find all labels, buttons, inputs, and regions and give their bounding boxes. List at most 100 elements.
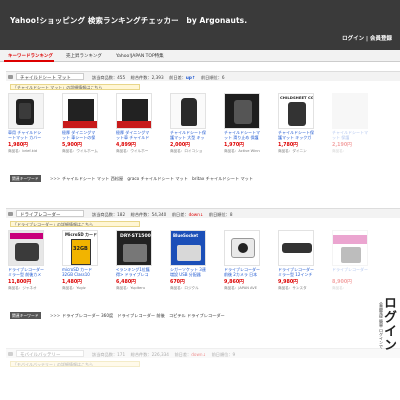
product-price: 2,000円 [170,143,190,148]
product-shop[interactable]: 商品名：ウイルホーム [62,149,98,154]
products-label: 該当商品数： [92,74,118,80]
product-card[interactable]: BlueSocket シガーソケット 3連 増設 USB 分配器 670円 商品… [170,230,206,291]
product-price: 4,899円 [116,143,136,148]
product-name[interactable]: チャイルドシートマット 滑り止め 保護シート [224,130,260,140]
total-count: 2,393 [151,74,164,80]
product-image[interactable] [116,93,152,129]
product-shop[interactable]: 商品名： [332,286,368,291]
products-label: 該当商品数： [92,351,118,357]
section-header: ドライブレコーダー 該当商品数：182 総合件数：54,340 前日差：down… [6,208,400,218]
product-shop[interactable]: 商品名：JAPAN AVE [224,286,260,291]
product-card[interactable]: ドライブレコーダー 8,900円 商品名： [332,230,368,291]
prev-diff-label: 前日差： [169,74,186,80]
section-keyword[interactable]: チャイルドシート マット [20,75,71,81]
product-image[interactable] [62,93,98,129]
side-login-subtext: 会員登録 簡単 ログインで [379,302,384,349]
product-card[interactable]: 極厚 ダイニングマット 車シートの保護マット 5,900円 商品名：ウイルホーム [62,93,98,154]
prev-diff-status: up↑ [185,74,196,80]
related-keyword-list[interactable]: ドライブレコーダー 360度 ドライブレコーダー 前後 コピテル ドライブレコー… [62,313,225,319]
category-icon [8,75,13,79]
product-name[interactable]: 車用 チャイルドシートマット カバー ジュニアシート [8,130,44,140]
product-name[interactable]: チャイルドシート保護マット 大型 キックガード [170,130,206,140]
site-header: Yahoo!ショッピング 検索ランキングチェッカー by Argonauts. … [0,0,400,50]
product-image[interactable]: MicroSD カード 32GB [62,230,98,266]
product-price: 9,980円 [278,280,298,285]
section-detail-link[interactable]: 「モバイルバッテリー」の詳細情報はこちら [10,361,140,367]
product-name[interactable]: チャイルドシートマット 保護 [332,130,368,140]
product-shop[interactable]: 商品名：ロイコショ [170,149,206,154]
product-price: 6,480円 [116,280,136,285]
product-image[interactable] [170,93,206,129]
product-shop[interactable]: 商品名：ウイルホー [116,149,152,154]
side-login-banner[interactable]: ログイン 会員登録 簡単 ログインで [376,296,398,400]
product-card[interactable]: CHILDSHEET COVER チャイルドシート保護マット キックガード付 1… [278,93,314,154]
product-shop[interactable]: 商品名： [332,149,368,154]
section-stats: 該当商品数：455 総合件数：2,393 前日差：up↑ 前日順位：6 [92,75,225,81]
product-price: 5,900円 [62,143,82,148]
related-arrows: >>> [50,175,61,181]
product-list: ドライブレコーダー ミラー型 前後カメラ 11,800円 商品名：ジャネオ Mi… [8,230,400,302]
product-image[interactable] [8,230,44,266]
product-name[interactable]: 極厚 ダイニングマット車 チャイルドシート 保護 [116,130,152,140]
product-name[interactable]: microSD カード 32GB Class10 UHS-I [62,267,98,277]
prev-diff-status: down↓ [188,211,204,217]
product-name[interactable]: ドライブレコーダー 前後 2カメラ 日本製 [224,267,260,277]
section-detail-link[interactable]: 「ドライブレコーダー」の詳細情報はこちら [10,221,140,227]
product-name[interactable]: ドライブレコーダー ミラー型 12インチ [278,267,314,277]
products-count: 171 [117,351,126,357]
prev-rank-label: 前日順位： [211,351,233,357]
product-name[interactable]: ドライブレコーダー ミラー型 前後カメラ [8,267,44,277]
product-name[interactable]: チャイルドシート保護マット キックガード付 [278,130,314,140]
product-shop[interactable]: 商品名：brief-kid [8,149,44,154]
product-card[interactable]: ドライブレコーダー 前後 2カメラ 日本製 9,860円 商品名：JAPAN A… [224,230,260,291]
product-shop[interactable]: 商品名：ロジクル [170,286,206,291]
related-keyword-list[interactable]: チャイルドシート マット 西松屋 graco チャイルドシート マット brit… [62,176,253,182]
product-shop[interactable]: 商品名：サンスタ [278,286,314,291]
nav-rising-ranking[interactable]: 売上昇ランキング [66,53,102,59]
product-image[interactable] [224,230,260,266]
product-card[interactable]: ドライブレコーダー ミラー型 前後カメラ 11,800円 商品名：ジャネオ [8,230,44,291]
section-detail-link[interactable]: 「チャイルドシート マット」の詳細情報はこちら [10,84,140,90]
product-card[interactable]: チャイルドシート保護マット 大型 キックガード 2,000円 商品名：ロイコショ [170,93,206,154]
product-card[interactable]: DRY-ST1500P <ランキング1位獲得> ドライブレコーダー 6,480円… [116,230,152,291]
section-keyword[interactable]: ドライブレコーダー [20,212,61,218]
login-link[interactable]: ログイン [342,36,364,42]
nav-active-indicator [4,60,54,62]
product-price: 1,970円 [224,143,244,148]
nav-keyword-ranking[interactable]: キーワードランキング [8,53,53,59]
product-name[interactable]: 極厚 ダイニングマット 車シートの保護マット [62,130,98,140]
site-title[interactable]: Yahoo!ショッピング 検索ランキングチェッカー by Argonauts. [10,15,247,26]
related-badge: 関連キーワード [10,175,41,182]
register-link[interactable]: 会員登録 [370,36,392,42]
product-image[interactable]: DRY-ST1500P [116,230,152,266]
section-header: モバイルバッテリー 該当商品数：171 総合件数：226,334 前日差：dow… [6,348,400,358]
product-shop[interactable]: 商品名：Yugiz [62,286,98,291]
product-shop[interactable]: 商品名：Active Winner [224,149,260,154]
product-card[interactable]: ドライブレコーダー ミラー型 12インチ 9,980円 商品名：サンスタ [278,230,314,291]
product-shop[interactable]: 商品名：ジャネオ [8,286,44,291]
product-image[interactable] [224,93,260,129]
product-card[interactable]: 極厚 ダイニングマット車 チャイルドシート 保護 4,899円 商品名：ウイルホ… [116,93,152,154]
product-price: 2,190円 [332,143,352,148]
product-image[interactable] [332,230,368,266]
product-shop[interactable]: 商品名：ダイニン [278,149,314,154]
product-card[interactable]: チャイルドシートマット 保護 2,190円 商品名： [332,93,368,154]
product-name[interactable]: <ランキング1位獲得> ドライブレコーダー [116,267,152,277]
product-image[interactable]: CHILDSHEET COVER [278,93,314,129]
product-card[interactable]: MicroSD カード 32GB microSD カード 32GB Class10… [62,230,98,291]
category-icon [8,212,13,216]
product-name[interactable]: ドライブレコーダー [332,267,368,277]
product-image[interactable] [332,93,368,129]
product-image[interactable] [8,93,44,129]
product-card[interactable]: チャイルドシートマット 滑り止め 保護シート 1,970円 商品名：Active… [224,93,260,154]
products-count: 455 [117,74,126,80]
product-card[interactable]: 車用 チャイルドシートマット カバー ジュニアシート 1,980円 商品名：br… [8,93,44,154]
nav-yahoo-top-feature[interactable]: Yahoo!JAPAN TOP特集 [116,53,164,59]
product-image[interactable]: BlueSocket [170,230,206,266]
product-shop[interactable]: 商品名：Yupiteru [116,286,152,291]
prev-rank-value: 6 [221,74,225,80]
product-name[interactable]: シガーソケット 3連 増設 USB 分配器 [170,267,206,277]
nav-bar: キーワードランキング 売上昇ランキング Yahoo!JAPAN TOP特集 [0,50,400,62]
section-keyword[interactable]: モバイルバッテリー [20,352,61,358]
product-image[interactable] [278,230,314,266]
